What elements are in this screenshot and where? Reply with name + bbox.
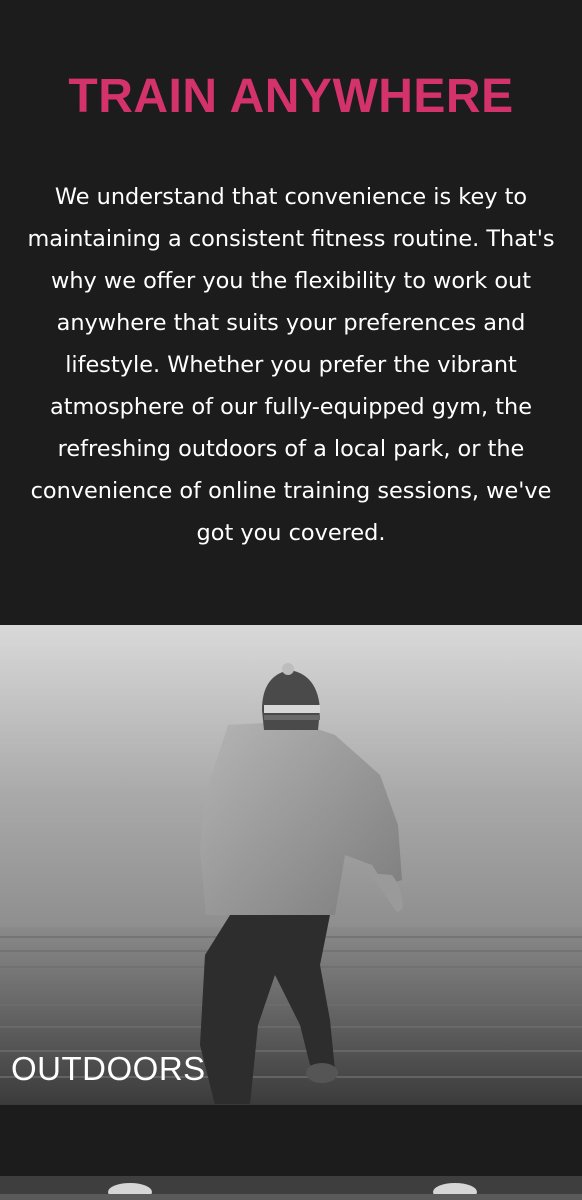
next-card-photo [0, 1176, 582, 1200]
outdoors-card[interactable]: OUTDOORS [0, 625, 582, 1105]
section-title: TRAIN ANYWHERE [68, 70, 514, 123]
outdoors-card-label: OUTDOORS [11, 1050, 206, 1087]
page: TRAIN ANYWHERE We understand that conven… [0, 0, 582, 1200]
next-card-preview[interactable] [0, 1176, 582, 1200]
section-divider [0, 1104, 582, 1105]
outdoors-photo [0, 625, 582, 1105]
section-description: We understand that convenience is key to… [27, 184, 555, 546]
